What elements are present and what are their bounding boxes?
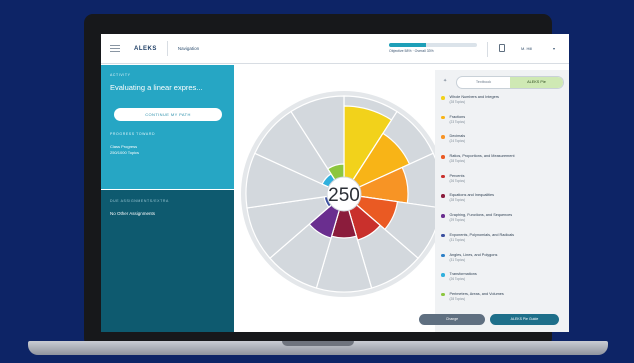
legend-item[interactable]: Decimals (24 Topics) xyxy=(441,134,565,154)
legend-text: Exponents, Polynomials, and Radicals (31 … xyxy=(450,233,515,242)
legend-color-dot xyxy=(441,253,445,257)
toggle-aleks-pie[interactable]: ALEKS Pie xyxy=(510,77,563,88)
legend-item-count: (28 Topics) xyxy=(449,198,466,203)
legend-color-dot xyxy=(441,273,445,277)
legend-text: Whole Numbers and Integers (28 Topics) xyxy=(450,95,499,104)
legend-item-count: (26 Topics) xyxy=(449,277,466,282)
legend-text: Angles, Lines, and Polygons (31 Topics) xyxy=(450,253,498,262)
legend-item[interactable]: Whole Numbers and Integers (28 Topics) xyxy=(441,95,565,115)
aleks-pie-chart[interactable]: 250 xyxy=(239,89,449,299)
legend-item-name: Fractions xyxy=(449,114,466,119)
class-progress[interactable]: Class Progress 250/1000 Topics xyxy=(110,144,139,156)
class-progress-line2: 250/1000 Topics xyxy=(110,150,140,155)
legend-item[interactable]: Angles, Lines, and Polygons (31 Topics) xyxy=(441,253,565,273)
legend-panel: ✦ Textbook ALEKS Pie Whole Numbers and I… xyxy=(435,70,569,332)
legend-item-count: (31 Topics) xyxy=(449,237,466,242)
book-icon[interactable] xyxy=(499,44,505,52)
user-menu[interactable]: M. Hill xyxy=(521,46,532,51)
legend-list: Whole Numbers and Integers (28 Topics) Fra… xyxy=(441,95,565,312)
sidebar-current-topic: ACTIVITY Evaluating a linear expres... C… xyxy=(101,65,234,189)
legend-item[interactable]: Fractions (23 Topics) xyxy=(441,115,565,135)
nav-title[interactable]: Navigation xyxy=(178,46,199,51)
progress-bar-fill xyxy=(389,43,426,47)
legend-color-dot xyxy=(441,292,445,297)
legend-text: Transformations (26 Topics) xyxy=(450,272,477,281)
view-toggle[interactable]: Textbook ALEKS Pie xyxy=(456,76,564,89)
progress-text: Objective 58% · Overall 33% xyxy=(389,49,434,53)
legend-item[interactable]: Perimeters, Areas, and Volumes (28 Topics… xyxy=(441,292,565,312)
legend-item[interactable]: Graphing, Functions, and Sequences (29 To… xyxy=(441,213,565,233)
app-screen: ALEKS Navigation Objective 58% · Overall… xyxy=(101,34,569,332)
topbar-divider-2 xyxy=(487,42,488,57)
legend-text: Decimals (24 Topics) xyxy=(450,134,466,143)
legend-text: Fractions (23 Topics) xyxy=(450,115,466,124)
legend-item-name: Ratios, Proportions, and Measurement xyxy=(449,154,515,159)
menu-icon[interactable] xyxy=(110,45,120,52)
legend-item-name: Transformations xyxy=(449,272,477,277)
help-icon[interactable]: ✦ xyxy=(443,78,447,84)
legend-item-name: Decimals xyxy=(449,134,466,139)
legend-color-dot xyxy=(441,214,445,218)
legend-item-name: Graphing, Functions, and Sequences xyxy=(449,213,513,218)
progress-label: PROGRESS TOWARD xyxy=(110,132,156,136)
legend-color-dot xyxy=(441,233,445,238)
legend-item[interactable]: Equations and Inequalities (28 Topics) xyxy=(441,193,565,213)
top-bar: ALEKS Navigation Objective 58% · Overall… xyxy=(101,34,569,64)
legend-item[interactable]: Exponents, Polynomials, and Radicals (31 … xyxy=(441,233,565,253)
legend-item-count: (31 Topics) xyxy=(449,257,466,262)
legend-item-count: (28 Topics) xyxy=(449,159,466,164)
legend-text: Percents (26 Topics) xyxy=(450,174,466,183)
main-area: 250 ✦ Textbook ALEKS Pie Whole Numbers a… xyxy=(234,65,569,332)
legend-color-dot xyxy=(441,194,445,198)
topbar-divider xyxy=(166,41,168,56)
activity-label: ACTIVITY xyxy=(110,73,131,77)
legend-item-name: Angles, Lines, and Polygons xyxy=(449,252,498,257)
center-score: 250 xyxy=(328,185,360,206)
legend-item-name: Percents xyxy=(449,173,465,178)
legend-item-count: (29 Topics) xyxy=(449,218,466,223)
legend-text: Graphing, Functions, and Sequences (29 To… xyxy=(450,213,513,222)
toggle-textbook[interactable]: Textbook xyxy=(457,77,510,88)
legend-color-dot xyxy=(441,155,445,159)
legend-color-dot xyxy=(441,174,445,179)
change-button[interactable]: Change xyxy=(419,314,485,325)
legend-item-count: (28 Topics) xyxy=(449,296,466,301)
legend-item[interactable]: Percents (26 Topics) xyxy=(441,174,565,194)
laptop-notch xyxy=(282,341,354,346)
legend-color-dot xyxy=(441,135,445,139)
pie-guide-button[interactable]: ALEKS Pie Guide xyxy=(490,314,559,325)
legend-text: Perimeters, Areas, and Volumes (28 Topics… xyxy=(450,292,504,301)
legend-item-count: (24 Topics) xyxy=(449,139,466,144)
legend-item-count: (28 Topics) xyxy=(449,100,466,104)
brand-logo[interactable]: ALEKS xyxy=(134,46,157,52)
legend-text: Ratios, Proportions, and Measurement (28 … xyxy=(450,154,515,163)
legend-item-name: Perimeters, Areas, and Volumes xyxy=(449,291,504,296)
legend-item-count: (23 Topics) xyxy=(449,119,466,124)
assignments-label: DUE ASSIGNMENTS/EXTRA xyxy=(110,199,169,203)
continue-path-button[interactable]: CONTINUE MY PATH xyxy=(114,108,222,121)
action-bar: Change ALEKS Pie Guide xyxy=(419,310,569,332)
legend-item-name: Exponents, Polynomials, and Radicals xyxy=(449,232,515,237)
progress-bar xyxy=(389,43,477,47)
topic-title: Evaluating a linear expres... xyxy=(110,83,203,92)
legend-item[interactable]: Ratios, Proportions, and Measurement (28 … xyxy=(441,154,565,174)
chevron-down-icon[interactable]: ▾ xyxy=(553,46,555,51)
legend-item[interactable]: Transformations (26 Topics) xyxy=(441,272,565,292)
sidebar-assignments: DUE ASSIGNMENTS/EXTRA No Other Assignmen… xyxy=(101,190,234,332)
legend-item-name: Equations and Inequalities xyxy=(449,193,495,198)
legend-text: Equations and Inequalities (28 Topics) xyxy=(450,193,495,202)
legend-item-count: (26 Topics) xyxy=(449,178,466,183)
legend-color-dot xyxy=(441,115,445,120)
legend-item-name: Whole Numbers and Integers xyxy=(449,95,499,99)
legend-color-dot xyxy=(441,96,445,100)
no-assignments-text: No Other Assignments xyxy=(110,211,156,216)
progress-indicator: Objective 58% · Overall 33% xyxy=(389,43,477,53)
